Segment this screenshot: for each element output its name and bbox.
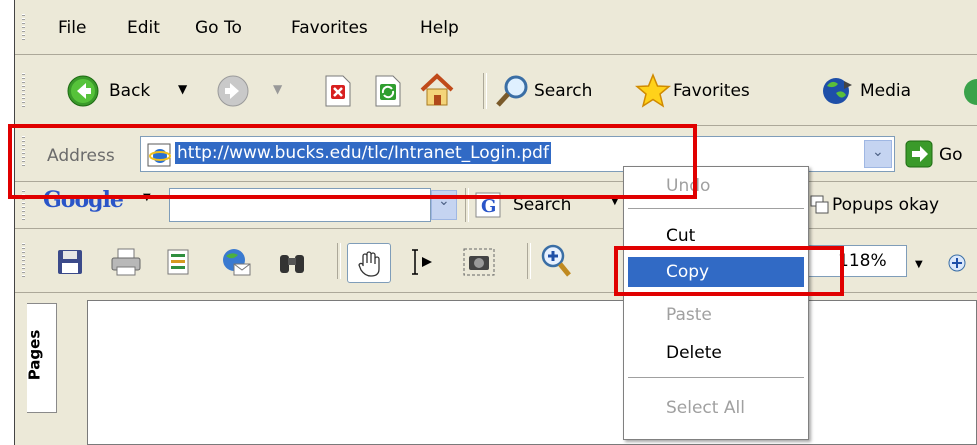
- popup-blocker-button[interactable]: Popups okay: [807, 188, 977, 222]
- menu-favorites[interactable]: Favorites: [291, 18, 368, 38]
- menu-file[interactable]: File: [58, 18, 86, 38]
- go-button[interactable]: Go: [903, 138, 975, 170]
- menu-help[interactable]: Help: [420, 18, 459, 38]
- svg-text:G: G: [481, 196, 496, 217]
- star-icon: [635, 73, 671, 108]
- select-text-icon[interactable]: [407, 247, 437, 277]
- hand-tool-button[interactable]: [347, 243, 391, 283]
- navigation-pane: Pages: [15, 293, 77, 445]
- media-button[interactable]: Media: [820, 73, 955, 109]
- context-menu: Undo Cut Copy Paste Delete Select All: [623, 166, 809, 440]
- save-icon[interactable]: [57, 249, 83, 275]
- pages-tab[interactable]: Pages: [25, 303, 57, 413]
- document-page: [87, 300, 977, 445]
- go-label: Go: [939, 145, 963, 165]
- magnifier-icon: [496, 75, 528, 107]
- menu-go-to[interactable]: Go To: [195, 18, 242, 38]
- media-label: Media: [860, 81, 912, 101]
- address-dropdown-button[interactable]: ⌄: [864, 140, 892, 168]
- menu-cut[interactable]: Cut: [666, 225, 695, 247]
- menu-delete[interactable]: Delete: [666, 342, 722, 364]
- organizer-icon[interactable]: [165, 247, 197, 277]
- popups-label: Popups okay: [832, 195, 940, 215]
- zoom-value: 118%: [838, 251, 887, 271]
- binoculars-icon[interactable]: [277, 249, 307, 275]
- chevron-down-icon: ⌄: [872, 144, 884, 160]
- go-arrow-icon: [905, 140, 933, 168]
- favorites-label: Favorites: [673, 81, 750, 101]
- favorites-button[interactable]: Favorites: [635, 73, 815, 109]
- snapshot-icon[interactable]: [463, 247, 495, 277]
- forward-arrow-icon: [217, 75, 249, 107]
- window-left-border: [0, 0, 16, 445]
- back-arrow-icon: [67, 75, 99, 107]
- stop-icon[interactable]: [323, 75, 353, 107]
- hand-icon: [358, 251, 380, 277]
- zoom-in-icon[interactable]: [540, 243, 572, 279]
- email-icon[interactable]: [220, 247, 252, 277]
- menu-paste[interactable]: Paste: [666, 304, 712, 326]
- back-label: Back: [109, 81, 151, 101]
- zoom-dropdown-icon[interactable]: ▼: [915, 259, 923, 270]
- zoom-plus-icon[interactable]: [947, 253, 967, 273]
- popup-blocker-icon: [810, 195, 829, 214]
- menu-bar: File Edit Go To Favorites Help: [15, 0, 977, 54]
- forward-dropdown-icon[interactable]: ▼: [273, 79, 282, 99]
- back-dropdown-icon[interactable]: ▼: [178, 79, 187, 99]
- back-button[interactable]: Back ▼: [63, 73, 208, 109]
- home-icon[interactable]: [419, 73, 455, 107]
- forward-button[interactable]: ▼: [215, 73, 295, 109]
- standard-toolbar: Back ▼ ▼ Search Favorites Media: [15, 55, 977, 125]
- search-button[interactable]: Search: [493, 73, 623, 109]
- menu-edit[interactable]: Edit: [127, 18, 160, 38]
- highlight-box-address: [8, 124, 697, 199]
- menu-select-all[interactable]: Select All: [666, 397, 745, 419]
- highlight-box-copy: [614, 246, 844, 296]
- history-icon[interactable]: [959, 77, 977, 107]
- media-icon: [823, 78, 852, 104]
- search-label: Search: [534, 81, 593, 101]
- pages-tab-label: Pages: [25, 329, 44, 381]
- refresh-icon[interactable]: [373, 75, 403, 107]
- print-icon[interactable]: [110, 247, 142, 277]
